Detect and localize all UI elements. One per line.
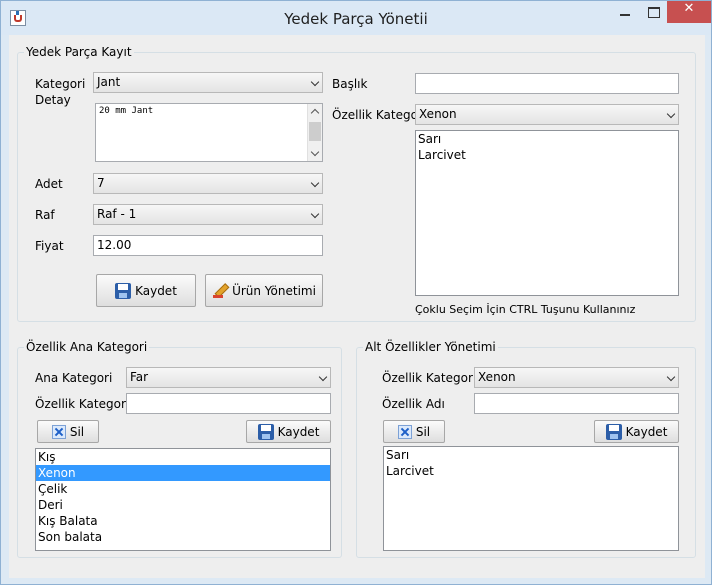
list-item[interactable]: Larcivet [384,463,678,479]
ozellik-kategori-value: Xenon [419,107,457,121]
close-button[interactable]: ✕ [667,1,711,23]
adet-value: 7 [97,176,105,190]
delete-x-icon [51,424,66,439]
alt-ozellik-kategori-label: Özellik Kategori [382,371,477,385]
floppy-disk-icon [257,423,274,440]
alt-ozellik-list[interactable]: Sarı Larcivet [383,446,679,551]
ana-sil-button[interactable]: Sil [37,420,99,443]
list-item-selected[interactable]: Xenon [36,465,330,481]
list-item[interactable]: Kış Balata [36,513,330,529]
list-item[interactable]: Larcivet [416,147,678,163]
detay-value: 20 mm Jant [99,106,154,116]
raf-value: Raf - 1 [97,207,137,221]
list-item[interactable]: Sarı [384,447,678,463]
chevron-down-icon [310,209,320,219]
list-item[interactable]: Çelik [36,481,330,497]
adet-label: Adet [35,177,63,191]
ana-ozellik-kategori-input[interactable] [126,393,331,414]
urun-yonetimi-button[interactable]: Ürün Yönetimi [205,274,323,307]
chevron-down-icon [310,178,320,188]
minimize-button[interactable] [611,1,639,23]
kaydet-label: Kaydet [135,283,177,298]
window-content: Yedek Parça Kayıt Kategori Jant Detay 20… [9,35,705,578]
urun-yonetimi-label: Ürün Yönetimi [232,283,316,298]
chevron-down-icon [666,372,676,382]
fiyat-input[interactable]: 12.00 [93,235,323,256]
ana-kategori-list[interactable]: Kış Xenon Çelik Deri Kış Balata Son bala… [35,448,331,551]
detay-label: Detay [35,93,71,107]
app-window: Yedek Parça Yönetii ✕ Yedek Parça Kayıt … [0,0,712,585]
ozellik-adi-input[interactable] [474,393,679,414]
list-item[interactable]: Sarı [416,131,678,147]
ozellik-list[interactable]: Sarı Larcivet [415,130,679,296]
floppy-disk-icon [605,423,622,440]
window-title: Yedek Parça Yönetii [284,10,428,28]
scroll-up-icon[interactable] [310,108,320,118]
kaydet-button[interactable]: Kaydet [96,274,196,307]
list-item[interactable]: Son balata [36,529,330,545]
multi-select-hint: Çoklu Seçim İçin CTRL Tuşunu Kullanınız [415,303,636,316]
fiyat-label: Fiyat [35,239,64,253]
alt-sil-button[interactable]: Sil [383,420,445,443]
list-item[interactable]: Kış [36,449,330,465]
kaydet-label: Kaydet [277,424,320,439]
ana-kategori-value: Far [130,370,149,384]
ozellik-adi-label: Özellik Adı [382,397,445,411]
chevron-down-icon [666,109,676,119]
kategori-label: Kategori [35,77,86,91]
alt-kaydet-button[interactable]: Kaydet [594,420,679,443]
ana-kategori-label: Ana Kategori [35,371,113,385]
ozellik-kategori-label: Özellik Kategori [332,108,427,122]
title-bar: Yedek Parça Yönetii ✕ [1,1,711,35]
kaydet-label: Kaydet [625,424,668,439]
adet-combo[interactable]: 7 [93,173,323,194]
group-title: Alt Özellikler Yönetimi [363,340,498,354]
ozellik-kategori-combo[interactable]: Xenon [415,104,679,125]
kategori-combo[interactable]: Jant [93,72,323,93]
maximize-button[interactable] [639,1,667,23]
sil-label: Sil [69,424,85,439]
scroll-thumb[interactable] [309,122,321,141]
edit-pencil-icon [212,283,228,299]
alt-ozellik-kategori-value: Xenon [478,370,516,384]
baslik-input[interactable] [415,73,679,94]
raf-combo[interactable]: Raf - 1 [93,204,323,225]
delete-x-icon [397,424,412,439]
detay-scrollbar[interactable] [307,104,322,161]
list-item[interactable]: Deri [36,497,330,513]
floppy-disk-icon [115,282,132,299]
baslik-label: Başlık [332,77,368,91]
chevron-down-icon [318,372,328,382]
group-title: Yedek Parça Kayıt [24,45,134,59]
alt-ozellik-kategori-combo[interactable]: Xenon [474,367,679,388]
ana-kategori-combo[interactable]: Far [126,367,331,388]
chevron-down-icon [310,77,320,87]
detay-textarea[interactable]: 20 mm Jant [95,103,323,162]
kategori-value: Jant [97,75,121,89]
raf-label: Raf [35,208,55,222]
ana-ozellik-kategori-label: Özellik Kategori [35,397,130,411]
group-title: Özellik Ana Kategori [24,340,150,354]
sil-label: Sil [415,424,431,439]
scroll-down-icon[interactable] [310,147,320,157]
ana-kaydet-button[interactable]: Kaydet [246,420,331,443]
